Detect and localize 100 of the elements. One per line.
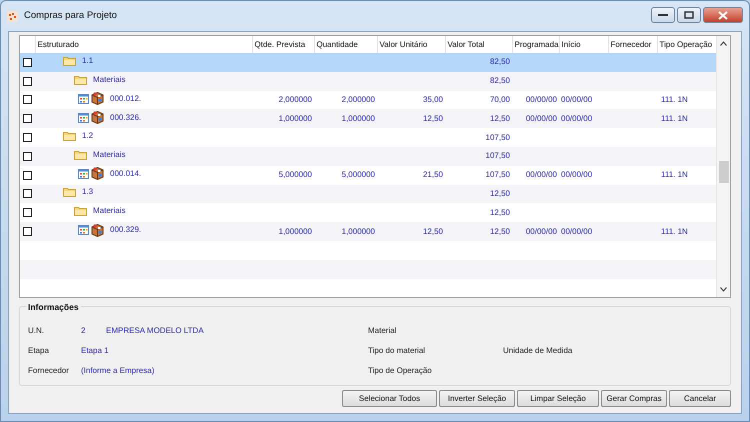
table-cell: 111. 1N (661, 94, 688, 104)
field-label: Fornecedor (28, 365, 70, 377)
maximize-button[interactable] (677, 7, 701, 23)
field-value: Etapa 1 (81, 345, 109, 357)
table-row[interactable]: 1.2 107,50 (20, 128, 716, 147)
action-button[interactable]: Cancelar (669, 390, 731, 407)
table-cell: 12,50 (422, 226, 443, 236)
table-row[interactable]: 000.012. 2,000000 2,000000 35,00 70,00 00/00/00 00/00/00 111. 1N (20, 90, 716, 110)
table-cell: 70,00 (490, 94, 510, 104)
scroll-down-icon[interactable] (720, 287, 727, 292)
table-cell: 2,000000 (342, 94, 375, 104)
column-header[interactable]: Fornecedor (608, 36, 657, 53)
checkbox[interactable] (23, 152, 32, 161)
field-label: Tipo de Operação (368, 365, 433, 377)
action-button[interactable]: Gerar Compras (601, 390, 667, 407)
tree-label[interactable]: Materiais (93, 74, 126, 86)
checkbox[interactable] (23, 170, 32, 180)
action-button[interactable]: Limpar Seleção (517, 390, 599, 407)
table-cell: 111. 1N (661, 170, 688, 180)
checkbox[interactable] (23, 226, 32, 236)
table-cell: 21,50 (422, 170, 443, 180)
column-header[interactable]: Qtde. Prevista (252, 36, 314, 53)
table-cell: 35,00 (422, 94, 443, 104)
field-value: EMPRESA MODELO LTDA (106, 325, 204, 337)
checkbox[interactable] (23, 114, 32, 124)
action-button[interactable]: Selecionar Todos (342, 390, 437, 407)
column-header[interactable]: Valor Total (445, 36, 512, 53)
tree-label[interactable]: Materiais (93, 205, 126, 218)
panel-title: Informações (26, 301, 81, 314)
column-header[interactable]: Estruturado (35, 36, 252, 53)
package-icon (91, 167, 104, 180)
field-label: Unidade de Medida (503, 345, 572, 357)
table-cell: 107,50 (486, 170, 510, 180)
tree-label[interactable]: 000.329. (110, 224, 142, 236)
tree-label[interactable]: 000.012. (110, 92, 142, 105)
column-header[interactable]: Quantidade (314, 36, 377, 53)
column-header[interactable]: Tipo Operação (657, 36, 716, 53)
tree-label[interactable]: 1.1 (82, 54, 94, 67)
table-cell: 00/00/00 (526, 170, 557, 180)
field-label: Material (368, 325, 398, 337)
package-icon (91, 92, 104, 106)
checkbox[interactable] (23, 76, 32, 86)
table-cell: 5,000000 (278, 170, 312, 180)
column-header[interactable]: Valor Unitário (377, 36, 445, 53)
field-value: (Informe a Empresa) (81, 365, 154, 377)
table-cell: 12,50 (490, 208, 510, 217)
minimize-button[interactable] (651, 7, 675, 23)
table-row[interactable]: 1.1 82,50 (20, 53, 716, 72)
table-cell: 12,50 (490, 114, 510, 123)
package-icon (91, 111, 104, 124)
maximize-icon (684, 11, 694, 19)
column-header[interactable]: Início (559, 36, 608, 53)
table-cell: 111. 1N (661, 226, 688, 236)
grid-icon (78, 94, 89, 104)
table-row[interactable]: Materiais 12,50 (20, 203, 716, 222)
package-icon (91, 224, 104, 237)
tree-label[interactable]: 000.326. (110, 112, 142, 124)
table-cell: 00/00/00 (561, 114, 592, 123)
table-cell: 82,50 (490, 76, 510, 86)
checkbox[interactable] (23, 58, 32, 67)
folder-icon (63, 56, 76, 66)
window-title: Compras para Projeto (24, 8, 117, 23)
table-row[interactable]: 1.3 12,50 (20, 184, 716, 204)
table-row[interactable]: Materiais 107,50 (20, 146, 716, 166)
table-row[interactable]: 000.014. 5,000000 5,000000 21,50 107,50 00/00/00 00/00/00 111. 1N (20, 166, 716, 185)
table-cell: 1,000000 (342, 114, 375, 123)
table-cell: 00/00/00 (561, 94, 592, 104)
folder-icon (63, 131, 76, 142)
table-cell: 1,000000 (342, 226, 375, 236)
checkbox[interactable] (23, 189, 32, 198)
table-cell: 107,50 (486, 132, 510, 142)
tree-label[interactable]: 1.3 (82, 186, 94, 198)
table-cell: 111. 1N (661, 114, 688, 123)
table-cell: 2,000000 (278, 94, 312, 104)
checkbox[interactable] (23, 208, 32, 218)
table-cell: 12,50 (490, 226, 510, 236)
action-button[interactable]: Inverter Seleção (439, 390, 515, 407)
close-icon (718, 10, 728, 20)
checkbox[interactable] (23, 95, 32, 104)
tree-label[interactable]: Materiais (93, 148, 126, 161)
grid-icon (78, 225, 89, 236)
table-cell: 00/00/00 (526, 114, 557, 123)
folder-icon (74, 74, 87, 85)
table-row[interactable]: 000.329. 1,000000 1,000000 12,50 12,50 00/00/00 00/00/00 111. 1N (20, 222, 716, 241)
grid-icon (78, 112, 89, 123)
app-icon (7, 10, 18, 22)
scroll-up-icon[interactable] (720, 41, 727, 46)
table-cell: 00/00/00 (526, 94, 557, 104)
close-button[interactable] (703, 7, 743, 23)
table-row[interactable]: Materiais 82,50 (20, 72, 716, 91)
table-cell: 00/00/00 (561, 226, 592, 236)
field-value: 2 (81, 325, 86, 337)
table-cell: 00/00/00 (561, 170, 592, 180)
checkbox[interactable] (23, 132, 32, 142)
table-row[interactable]: 000.326. 1,000000 1,000000 12,50 12,50 00/00/00 00/00/00 111. 1N (20, 109, 716, 128)
scrollbar-thumb[interactable] (718, 161, 728, 183)
folder-icon (74, 206, 87, 216)
tree-label[interactable]: 000.014. (110, 168, 142, 180)
folder-icon (63, 187, 76, 198)
tree-label[interactable]: 1.2 (82, 130, 94, 142)
